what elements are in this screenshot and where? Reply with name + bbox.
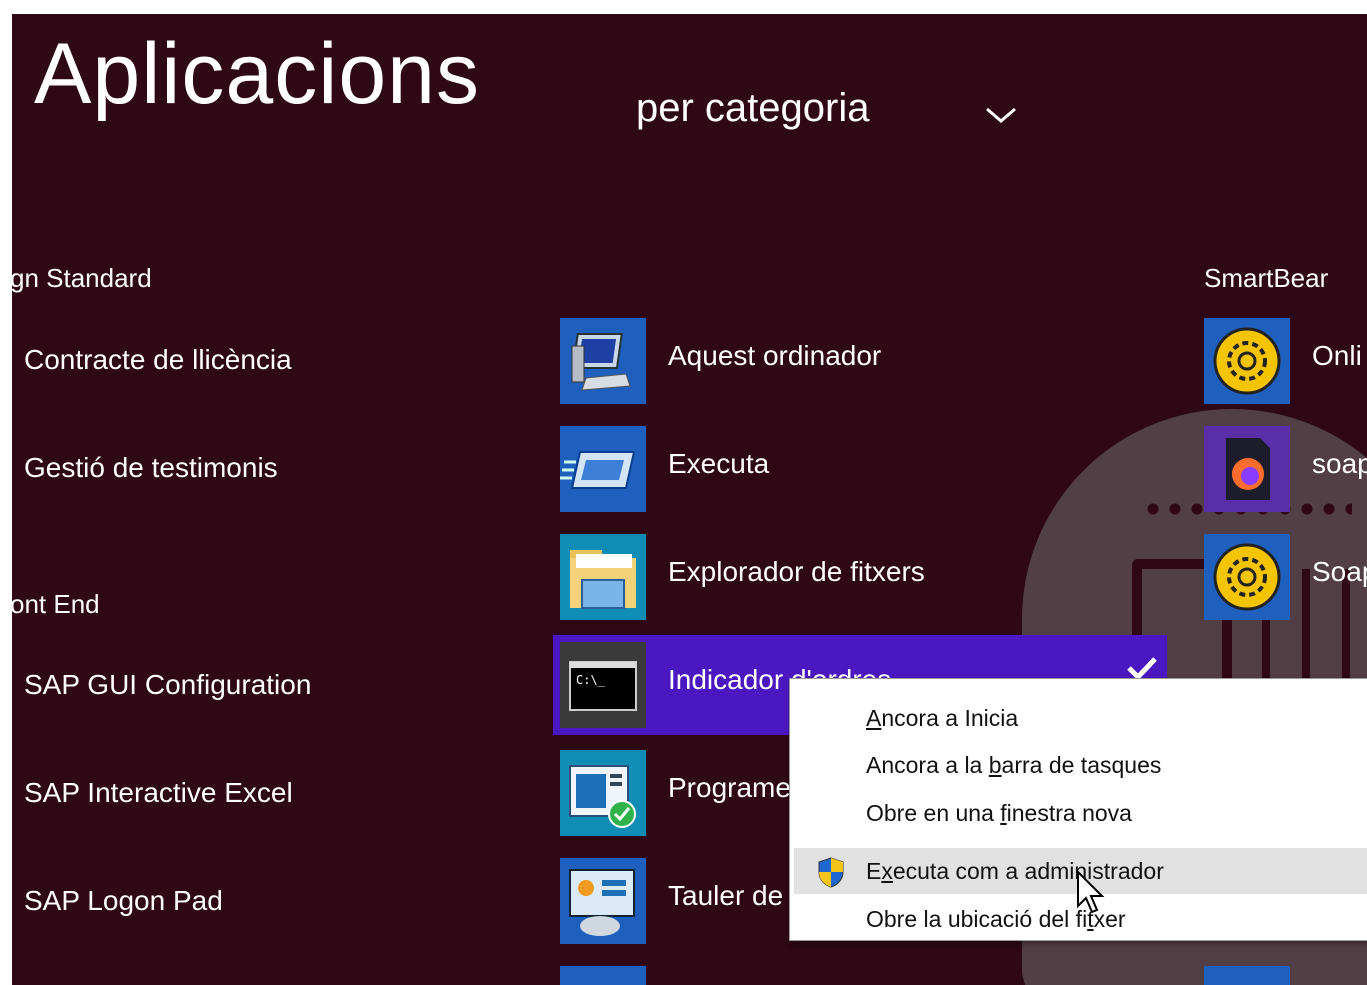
app-label: Soap xyxy=(1312,556,1367,587)
page-title: Aplicacions xyxy=(34,26,480,122)
menu-text: Ancora a la xyxy=(866,752,989,778)
app-item-file-explorer[interactable]: Explorador de fitxers xyxy=(554,526,1154,622)
soapui-gear-icon xyxy=(1204,318,1290,404)
menu-text: inestra nova xyxy=(1006,800,1132,826)
run-icon xyxy=(560,426,646,512)
chevron-down-icon[interactable] xyxy=(984,104,1018,126)
sort-by-category-dropdown[interactable]: per categoria xyxy=(636,88,869,128)
app-item-testimonis[interactable]: Gestió de testimonis xyxy=(24,454,278,482)
svg-text:C:\_: C:\_ xyxy=(576,673,606,687)
category-header-left-top: gn Standard xyxy=(12,263,152,293)
menu-accelerator: A xyxy=(866,705,882,731)
folder-icon xyxy=(560,534,646,620)
command-prompt-icon: C:\_ xyxy=(560,642,646,728)
uac-shield-icon xyxy=(818,857,844,888)
menu-text: E xyxy=(866,858,882,884)
app-item-smartbear-online[interactable]: Onli xyxy=(1198,310,1367,406)
menu-accelerator: x xyxy=(881,858,893,884)
app-item-run[interactable]: Executa xyxy=(554,418,1154,514)
soapui-gear-icon xyxy=(1204,534,1290,620)
menu-text: ncora a Inicia xyxy=(881,705,1019,731)
default-programs-icon xyxy=(560,750,646,836)
menu-item-pin-to-start[interactable]: Ancora a Inicia xyxy=(794,695,1367,741)
app-item-license[interactable]: Contracte de llicència xyxy=(24,346,292,374)
app-label: Tauler de xyxy=(668,880,784,911)
menu-text: Obre la ubicació del fi xyxy=(866,906,1088,932)
menu-text: Obre en una xyxy=(866,800,1001,826)
menu-text: ecuta com a administrador xyxy=(892,858,1164,884)
app-tile-partial[interactable] xyxy=(1204,966,1290,985)
menu-accelerator: b xyxy=(988,752,1002,778)
app-label: soap xyxy=(1312,448,1367,479)
app-item-sap-excel[interactable]: SAP Interactive Excel xyxy=(24,779,293,807)
firefox-file-icon xyxy=(1204,426,1290,512)
app-item-sap-gui-config[interactable]: SAP GUI Configuration xyxy=(24,671,311,699)
menu-text: arra de tasques xyxy=(1001,752,1162,778)
app-label: Programe xyxy=(668,772,791,803)
app-label: Executa xyxy=(668,448,770,479)
app-item-soap-file[interactable]: soap xyxy=(1198,418,1367,514)
menu-item-open-new-window[interactable]: Obre en una finestra nova xyxy=(794,790,1367,836)
app-label: Aquest ordinador xyxy=(668,340,882,371)
app-item-soapui[interactable]: Soap xyxy=(1198,526,1367,622)
app-label: Explorador de fitxers xyxy=(668,556,925,587)
app-tile-partial[interactable] xyxy=(560,966,646,985)
category-header-smartbear: SmartBear xyxy=(1204,263,1329,293)
mouse-cursor-icon xyxy=(1077,870,1105,914)
category-header-left-bottom: ont End xyxy=(12,589,100,619)
control-panel-icon xyxy=(560,858,646,944)
app-item-sap-logon[interactable]: SAP Logon Pad xyxy=(24,887,223,915)
app-label: Onli xyxy=(1312,340,1362,371)
computer-icon xyxy=(560,318,646,404)
app-item-this-pc[interactable]: Aquest ordinador xyxy=(554,310,1154,406)
menu-item-pin-to-taskbar[interactable]: Ancora a la barra de tasques xyxy=(794,742,1367,788)
